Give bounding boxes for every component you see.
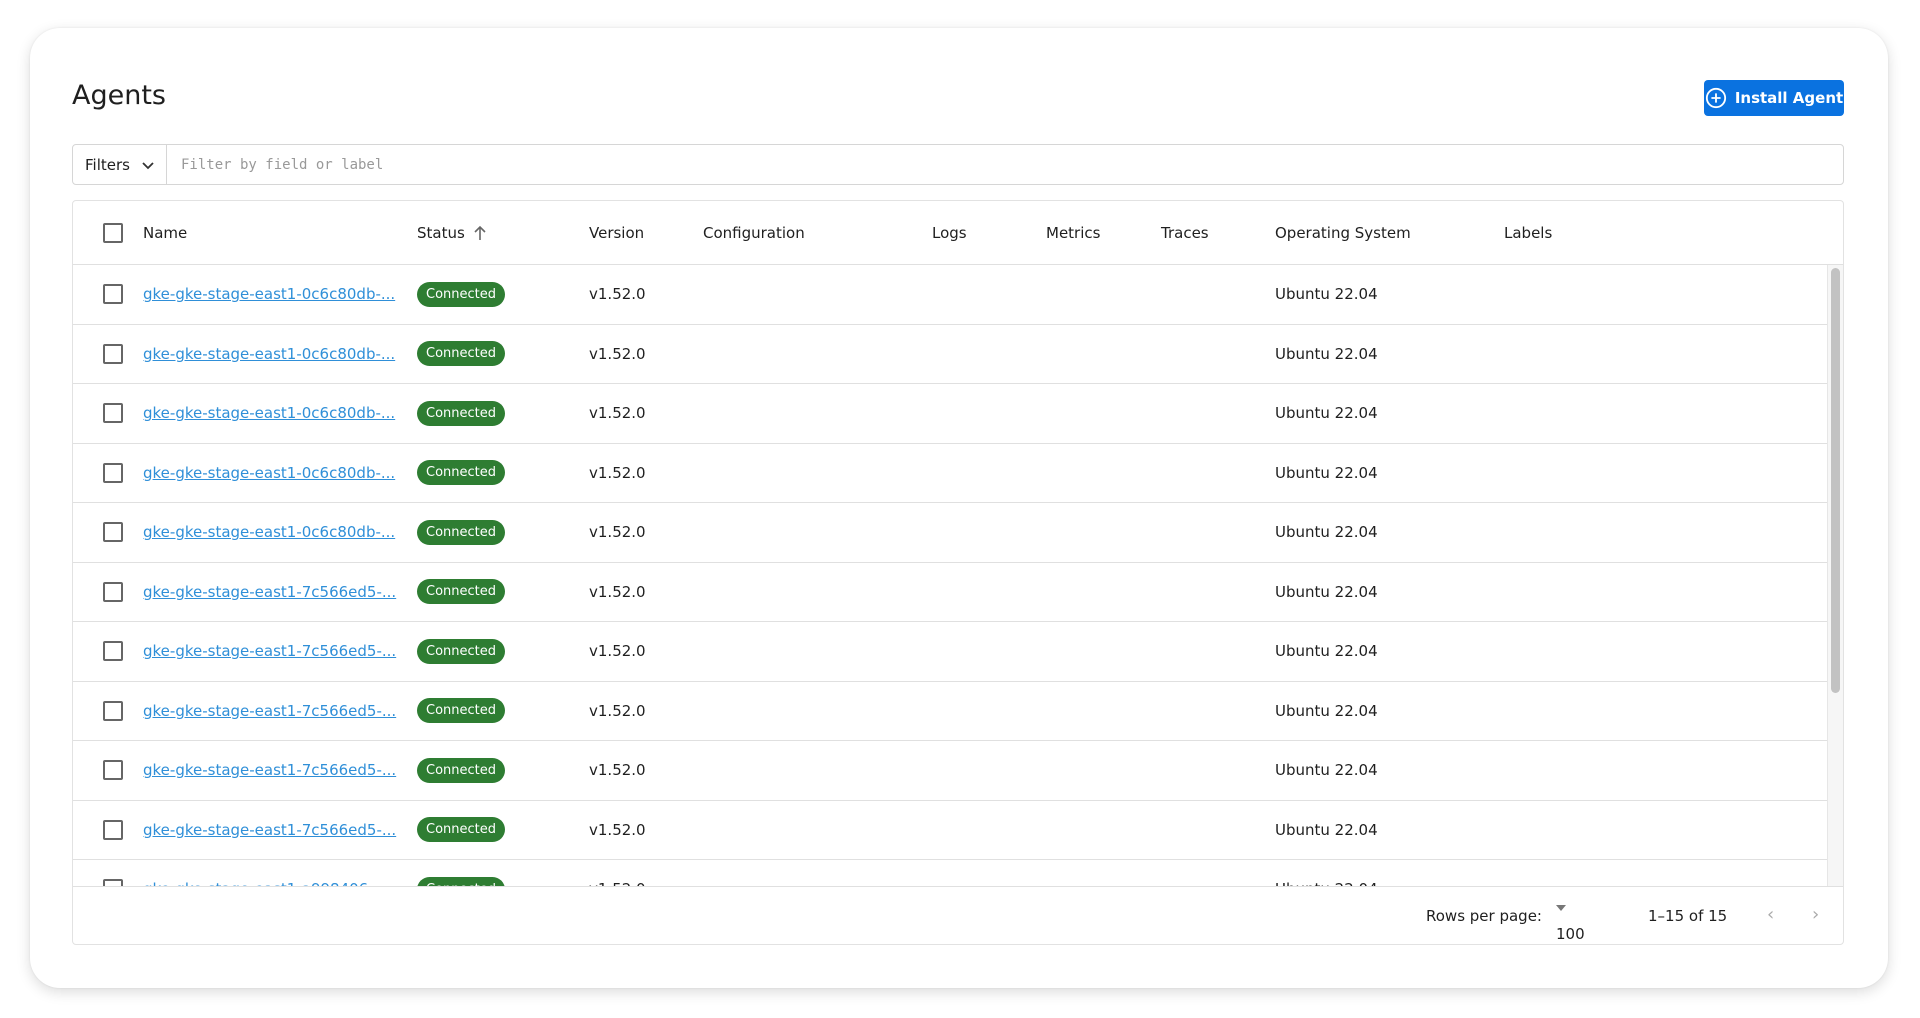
agent-version: v1.52.0 [589, 701, 646, 720]
agent-os: Ubuntu 22.04 [1275, 701, 1378, 720]
agent-version: v1.52.0 [589, 642, 646, 661]
rows-per-page-label: Rows per page: [1426, 907, 1542, 925]
agent-name-link[interactable]: gke-gke-stage-east1-7c566ed5-... [143, 583, 396, 601]
table-row: gke-gke-stage-east1-7c566ed5-... Connect… [73, 682, 1829, 741]
table-row: gke-gke-stage-east1-7c566ed5-... Connect… [73, 622, 1829, 682]
rows-per-page-value: 100 [1556, 925, 1585, 943]
agent-version: v1.52.0 [589, 344, 646, 363]
status-badge: Connected [417, 638, 506, 664]
agent-os: Ubuntu 22.04 [1275, 404, 1378, 423]
row-checkbox[interactable] [103, 403, 123, 424]
table-row: gke-gke-stage-east1-7c566ed5-... Connect… [73, 563, 1829, 622]
agent-os: Ubuntu 22.04 [1275, 642, 1378, 661]
agent-os: Ubuntu 22.04 [1275, 344, 1378, 363]
filter-input[interactable] [167, 145, 1843, 184]
agent-name-link[interactable]: gke-gke-stage-east1-7c566ed5-... [143, 702, 396, 720]
page-title: Agents [72, 80, 166, 111]
agent-name-link[interactable]: gke-gke-stage-east1-7c566ed5-... [143, 642, 396, 660]
agent-version: v1.52.0 [589, 761, 646, 780]
table-row: gke-gke-stage-east1-0c6c80db-... Connect… [73, 384, 1829, 444]
scrollbar[interactable] [1827, 265, 1843, 886]
select-all-checkbox[interactable] [103, 222, 123, 243]
caret-down-icon [1556, 905, 1566, 911]
sort-ascending-icon [474, 225, 486, 240]
agents-table: Name Status Version Configuration Logs M… [72, 200, 1844, 945]
column-labels[interactable]: Labels [1504, 201, 1552, 264]
status-badge: Connected [417, 757, 506, 783]
row-checkbox[interactable] [103, 700, 123, 721]
status-badge: Connected [417, 400, 506, 426]
agent-name-link[interactable]: gke-gke-stage-east1-7c566ed5-... [143, 821, 396, 839]
status-badge: Connected [417, 460, 506, 486]
table-row: gke-gke-stage-east1-0c6c80db-... Connect… [73, 265, 1829, 325]
column-logs[interactable]: Logs [932, 201, 967, 264]
status-badge: Connected [417, 698, 506, 724]
table-row: gke-gke-stage-east1-0c6c80db-... Connect… [73, 444, 1829, 503]
agent-version: v1.52.0 [589, 860, 646, 886]
table-row: gke-gke-stage-east1-7c566ed5-... Connect… [73, 801, 1829, 860]
agent-os: Ubuntu 22.04 [1275, 820, 1378, 839]
agent-version: v1.52.0 [589, 285, 646, 304]
chevron-down-icon [142, 156, 154, 174]
table-row: gke-gke-stage-east1-0c6c80db-... Connect… [73, 325, 1829, 384]
filters-dropdown[interactable]: Filters [73, 145, 167, 184]
agent-name-link[interactable]: gke-gke-stage-east1-0c6c80db-... [143, 523, 395, 541]
agent-os: Ubuntu 22.04 [1275, 582, 1378, 601]
status-badge: Connected [417, 281, 506, 307]
row-checkbox[interactable] [103, 284, 123, 305]
agent-version: v1.52.0 [589, 404, 646, 423]
agent-os: Ubuntu 22.04 [1275, 523, 1378, 542]
column-status[interactable]: Status [417, 201, 487, 264]
column-operating-system[interactable]: Operating System [1275, 201, 1411, 264]
agent-name-link[interactable]: gke-gke-stage-east1-7c566ed5-... [143, 761, 396, 779]
table-body: gke-gke-stage-east1-0c6c80db-... Connect… [73, 265, 1829, 886]
agent-os: Ubuntu 22.04 [1275, 860, 1378, 886]
agent-version: v1.52.0 [589, 523, 646, 542]
table-row: gke-gke-stage-east1-0c6c80db-... Connect… [73, 503, 1829, 563]
plus-circle-icon [1705, 87, 1726, 109]
row-checkbox[interactable] [103, 343, 123, 364]
filter-bar: Filters [72, 144, 1844, 185]
install-agent-label: Install Agent [1734, 89, 1844, 107]
table-header: Name Status Version Configuration Logs M… [73, 201, 1843, 265]
row-checkbox[interactable] [103, 819, 123, 840]
column-traces[interactable]: Traces [1161, 201, 1209, 264]
column-metrics[interactable]: Metrics [1046, 201, 1100, 264]
status-badge: Connected [417, 341, 506, 367]
row-checkbox[interactable] [103, 522, 123, 543]
agent-name-link[interactable]: gke-gke-stage-east1-0c6c80db-... [143, 285, 395, 303]
row-checkbox[interactable] [103, 641, 123, 662]
row-checkbox[interactable] [103, 462, 123, 483]
agent-version: v1.52.0 [589, 582, 646, 601]
pagination-range: 1–15 of 15 [1648, 907, 1728, 925]
column-name[interactable]: Name [143, 201, 187, 264]
row-checkbox[interactable] [103, 760, 123, 781]
rows-per-page-select[interactable]: 100 [1556, 905, 1585, 943]
table-row: gke-gke-stage-east1-a998406-... Connecte… [73, 860, 1829, 886]
scrollbar-thumb[interactable] [1831, 268, 1840, 693]
previous-page-icon[interactable]: ‹ [1767, 904, 1774, 925]
agent-os: Ubuntu 22.04 [1275, 761, 1378, 780]
status-badge: Connected [417, 876, 506, 886]
agent-version: v1.52.0 [589, 820, 646, 839]
row-checkbox[interactable] [103, 879, 123, 886]
status-badge: Connected [417, 579, 506, 605]
agent-os: Ubuntu 22.04 [1275, 285, 1378, 304]
agent-name-link[interactable]: gke-gke-stage-east1-0c6c80db-... [143, 404, 395, 422]
row-checkbox[interactable] [103, 581, 123, 602]
status-badge: Connected [417, 519, 506, 545]
column-configuration[interactable]: Configuration [703, 201, 805, 264]
filters-label: Filters [85, 155, 130, 174]
agent-os: Ubuntu 22.04 [1275, 463, 1378, 482]
column-status-label: Status [417, 223, 465, 242]
agent-name-link[interactable]: gke-gke-stage-east1-0c6c80db-... [143, 464, 395, 482]
status-badge: Connected [417, 817, 506, 843]
agent-name-link[interactable]: gke-gke-stage-east1-0c6c80db-... [143, 345, 395, 363]
agent-version: v1.52.0 [589, 463, 646, 482]
next-page-icon[interactable]: › [1812, 904, 1819, 925]
install-agent-button[interactable]: Install Agent [1704, 80, 1844, 116]
table-row: gke-gke-stage-east1-7c566ed5-... Connect… [73, 741, 1829, 801]
column-version[interactable]: Version [589, 201, 644, 264]
pagination: Rows per page: 100 1–15 of 15 ‹ › [73, 886, 1843, 944]
